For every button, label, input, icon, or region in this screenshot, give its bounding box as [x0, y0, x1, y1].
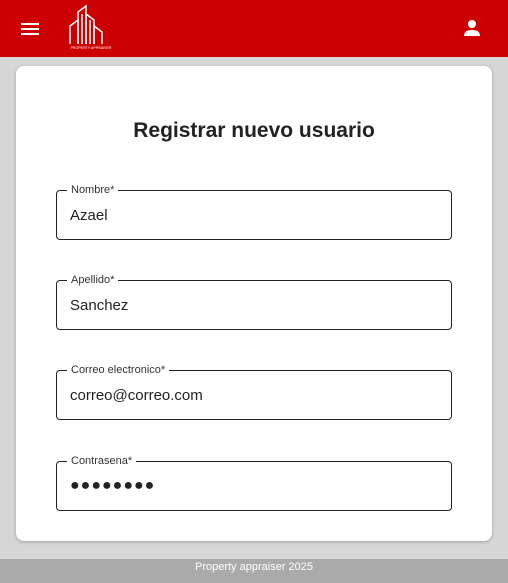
- apellido-input[interactable]: [70, 294, 440, 316]
- email-input[interactable]: [70, 384, 440, 406]
- password-field[interactable]: Contrasena*: [56, 454, 452, 511]
- nombre-input[interactable]: [70, 204, 440, 226]
- svg-text:PROPERTY APPRAISER: PROPERTY APPRAISER: [70, 46, 111, 50]
- password-label: Contrasena*: [67, 454, 137, 468]
- email-label: Correo electronico*: [67, 363, 170, 377]
- password-input[interactable]: [70, 475, 440, 497]
- email-field[interactable]: Correo electronico*: [56, 363, 452, 420]
- form-title: Registrar nuevo usuario: [133, 119, 375, 142]
- menu-button[interactable]: [18, 17, 42, 41]
- menu-icon: [21, 23, 39, 35]
- nombre-label: Nombre*: [67, 183, 119, 197]
- app-bar: PROPERTY APPRAISER: [0, 0, 508, 57]
- app-logo: PROPERTY APPRAISER: [64, 4, 118, 50]
- apellido-label: Apellido*: [67, 273, 119, 287]
- register-card: Registrar nuevo usuario Nombre* Apellido…: [16, 66, 492, 541]
- footer: Property appraiser 2025: [0, 559, 508, 583]
- apellido-field[interactable]: Apellido*: [56, 273, 452, 330]
- account-button[interactable]: [460, 16, 484, 40]
- person-icon: [464, 20, 480, 36]
- nombre-field[interactable]: Nombre*: [56, 183, 452, 240]
